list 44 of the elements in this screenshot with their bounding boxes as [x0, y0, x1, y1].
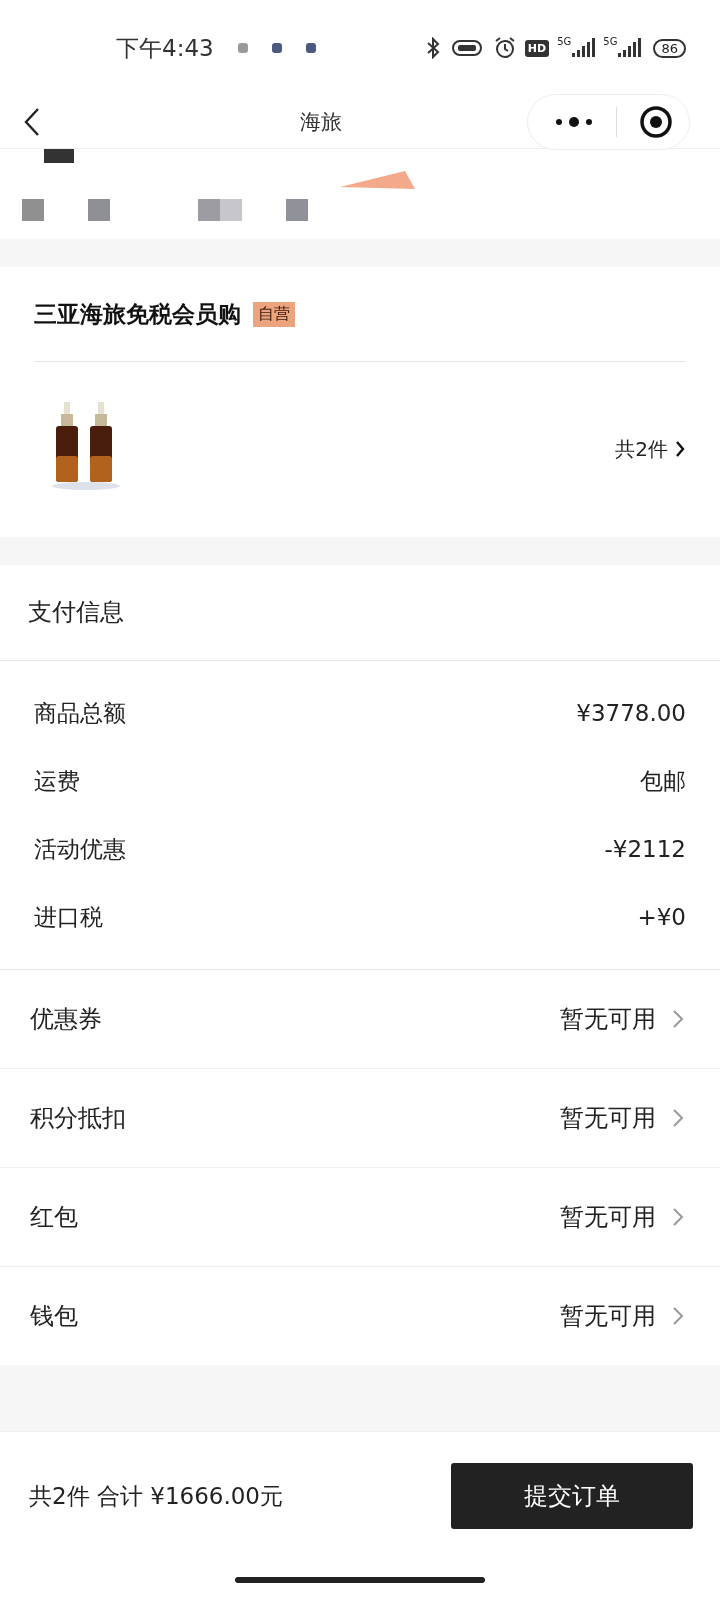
- store-name: 三亚海旅免税会员购: [34, 299, 241, 329]
- hd-badge: HD: [524, 39, 550, 57]
- signal-icon: [617, 38, 642, 58]
- line-value: ¥3778.00: [576, 700, 686, 726]
- option-label: 钱包: [30, 1301, 78, 1332]
- option-value: 暂无可用: [560, 1202, 656, 1233]
- signal-icon: [571, 38, 596, 58]
- back-icon[interactable]: [22, 107, 42, 137]
- network-label: 5G: [557, 36, 572, 47]
- capsule-menu[interactable]: [527, 94, 690, 150]
- option-value: 暂无可用: [560, 1103, 656, 1134]
- option-row[interactable]: 钱包 暂无可用: [0, 1267, 720, 1365]
- line-value: -¥2112: [604, 836, 686, 862]
- status-time: 下午4:43: [116, 33, 214, 63]
- chevron-right-icon: [672, 1305, 684, 1327]
- order-summary: 共2件 合计 ¥1666.00元: [29, 1481, 284, 1511]
- chevron-right-icon: [672, 1107, 684, 1129]
- chevron-right-icon: [672, 1008, 684, 1030]
- network-label: 5G: [603, 36, 618, 47]
- line-label: 活动优惠: [34, 834, 126, 864]
- vibrate-icon: [450, 37, 485, 59]
- close-icon[interactable]: [639, 105, 673, 139]
- option-row[interactable]: 优惠券 暂无可用: [0, 970, 720, 1069]
- line-label: 进口税: [34, 902, 103, 932]
- self-operated-tag: 自营: [253, 301, 295, 327]
- page-title: 海旅: [300, 109, 342, 136]
- section-title: 支付信息: [0, 565, 720, 661]
- option-row[interactable]: 红包 暂无可用: [0, 1168, 720, 1267]
- line-label: 商品总额: [34, 698, 126, 728]
- line-value: +¥0: [637, 904, 686, 930]
- line-label: 运费: [34, 766, 80, 796]
- battery-indicator: 86: [653, 38, 686, 58]
- chevron-right-icon: [672, 1206, 684, 1228]
- option-value: 暂无可用: [560, 1301, 656, 1332]
- item-count-link[interactable]: 共2件: [615, 435, 668, 463]
- chevron-right-icon: [674, 439, 686, 459]
- option-label: 红包: [30, 1202, 78, 1233]
- option-label: 积分抵扣: [30, 1103, 126, 1134]
- option-value: 暂无可用: [560, 1004, 656, 1035]
- line-value: 包邮: [640, 766, 686, 796]
- more-icon[interactable]: [554, 116, 594, 128]
- option-label: 优惠券: [30, 1004, 102, 1035]
- submit-order-button[interactable]: 提交订单: [451, 1463, 693, 1529]
- option-row[interactable]: 积分抵扣 暂无可用: [0, 1069, 720, 1168]
